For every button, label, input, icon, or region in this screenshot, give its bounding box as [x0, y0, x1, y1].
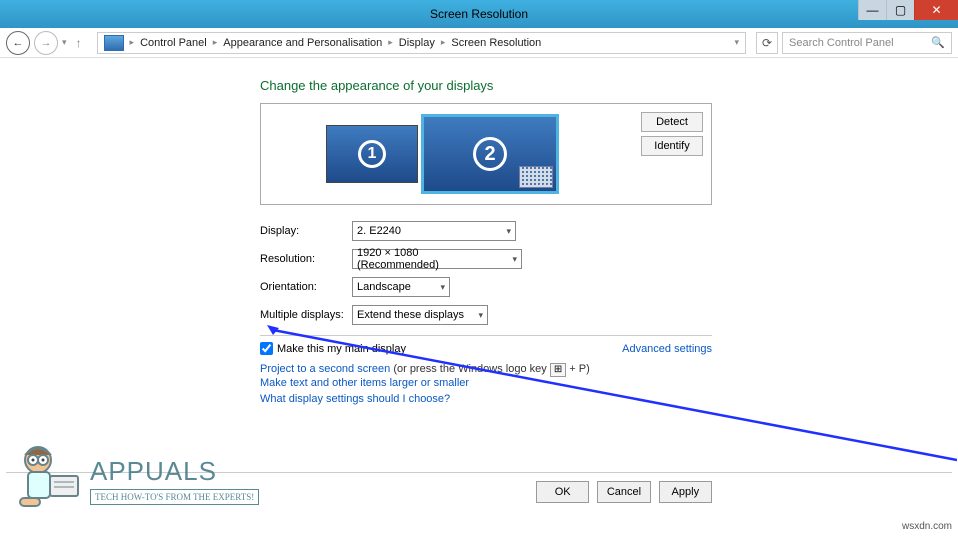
control-panel-icon	[104, 35, 124, 51]
recent-dropdown-icon[interactable]: ▾	[62, 37, 67, 48]
forward-button[interactable]: →	[34, 31, 58, 55]
monitor-2-number: 2	[473, 137, 507, 171]
up-button[interactable]: ↑	[71, 36, 87, 50]
crumb-control-panel[interactable]: Control Panel	[140, 37, 207, 49]
monitor-1-number: 1	[358, 140, 386, 168]
maximize-button[interactable]: ▢	[886, 0, 914, 20]
search-input[interactable]: Search Control Panel 🔍	[782, 32, 952, 54]
main-display-checkbox[interactable]	[260, 342, 273, 355]
titlebar: Screen Resolution — ▢ ✕	[0, 0, 958, 28]
resolution-label: Resolution:	[260, 253, 352, 265]
page-heading: Change the appearance of your displays	[260, 78, 958, 93]
multiple-displays-select[interactable]: Extend these displays	[352, 305, 488, 325]
brand-name: APPUALS	[90, 456, 259, 487]
display-preview[interactable]: 1 2 ⋯ Detect Identify	[260, 103, 712, 205]
project-link[interactable]: Project to a second screen	[260, 363, 390, 375]
main-display-label: Make this my main display	[277, 343, 406, 355]
crumb-screen-resolution[interactable]: Screen Resolution	[451, 37, 541, 49]
search-icon: 🔍	[931, 36, 945, 49]
brand-tagline: TECH HOW-TO'S FROM THE EXPERTS!	[90, 489, 259, 505]
breadcrumb[interactable]: ▸ Control Panel ▸ Appearance and Persona…	[97, 32, 746, 54]
multiple-displays-label: Multiple displays:	[260, 309, 352, 321]
watermark: wsxdn.com	[902, 521, 952, 532]
back-button[interactable]: ←	[6, 31, 30, 55]
ok-button[interactable]: OK	[536, 481, 589, 503]
windows-key-icon: ⊞	[550, 363, 566, 377]
window-buttons: — ▢ ✕	[858, 0, 958, 20]
detect-button[interactable]: Detect	[641, 112, 703, 132]
text-size-link[interactable]: Make text and other items larger or smal…	[260, 377, 958, 389]
display-label: Display:	[260, 225, 352, 237]
identify-button[interactable]: Identify	[641, 136, 703, 156]
content: Change the appearance of your displays 1…	[0, 58, 958, 405]
resolution-select[interactable]: 1920 × 1080 (Recommended)	[352, 249, 522, 269]
crumb-appearance[interactable]: Appearance and Personalisation	[223, 37, 382, 49]
advanced-settings-link[interactable]: Advanced settings	[622, 343, 712, 355]
project-hint-b: + P)	[569, 363, 589, 375]
apply-button[interactable]: Apply	[659, 481, 712, 503]
which-settings-link[interactable]: What display settings should I choose?	[260, 393, 958, 405]
window-title: Screen Resolution	[0, 7, 958, 21]
resize-handle-icon: ⋯	[538, 178, 552, 192]
refresh-button[interactable]: ⟳	[756, 32, 778, 54]
project-hint-a: (or press the Windows logo key	[393, 363, 550, 375]
orientation-label: Orientation:	[260, 281, 352, 293]
monitor-1[interactable]: 1	[326, 125, 418, 183]
display-select[interactable]: 2. E2240	[352, 221, 516, 241]
orientation-select[interactable]: Landscape	[352, 277, 450, 297]
crumb-display[interactable]: Display	[399, 37, 435, 49]
cancel-button[interactable]: Cancel	[597, 481, 650, 503]
mascot-icon	[10, 440, 82, 520]
minimize-button[interactable]: —	[858, 0, 886, 20]
breadcrumb-dropdown-icon[interactable]: ▾	[734, 37, 739, 48]
search-placeholder: Search Control Panel	[789, 37, 894, 49]
close-button[interactable]: ✕	[914, 0, 958, 20]
appuals-logo: APPUALS TECH HOW-TO'S FROM THE EXPERTS!	[10, 440, 259, 520]
monitor-2-selected[interactable]: 2 ⋯	[421, 114, 559, 194]
navbar: ← → ▾ ↑ ▸ Control Panel ▸ Appearance and…	[0, 28, 958, 58]
